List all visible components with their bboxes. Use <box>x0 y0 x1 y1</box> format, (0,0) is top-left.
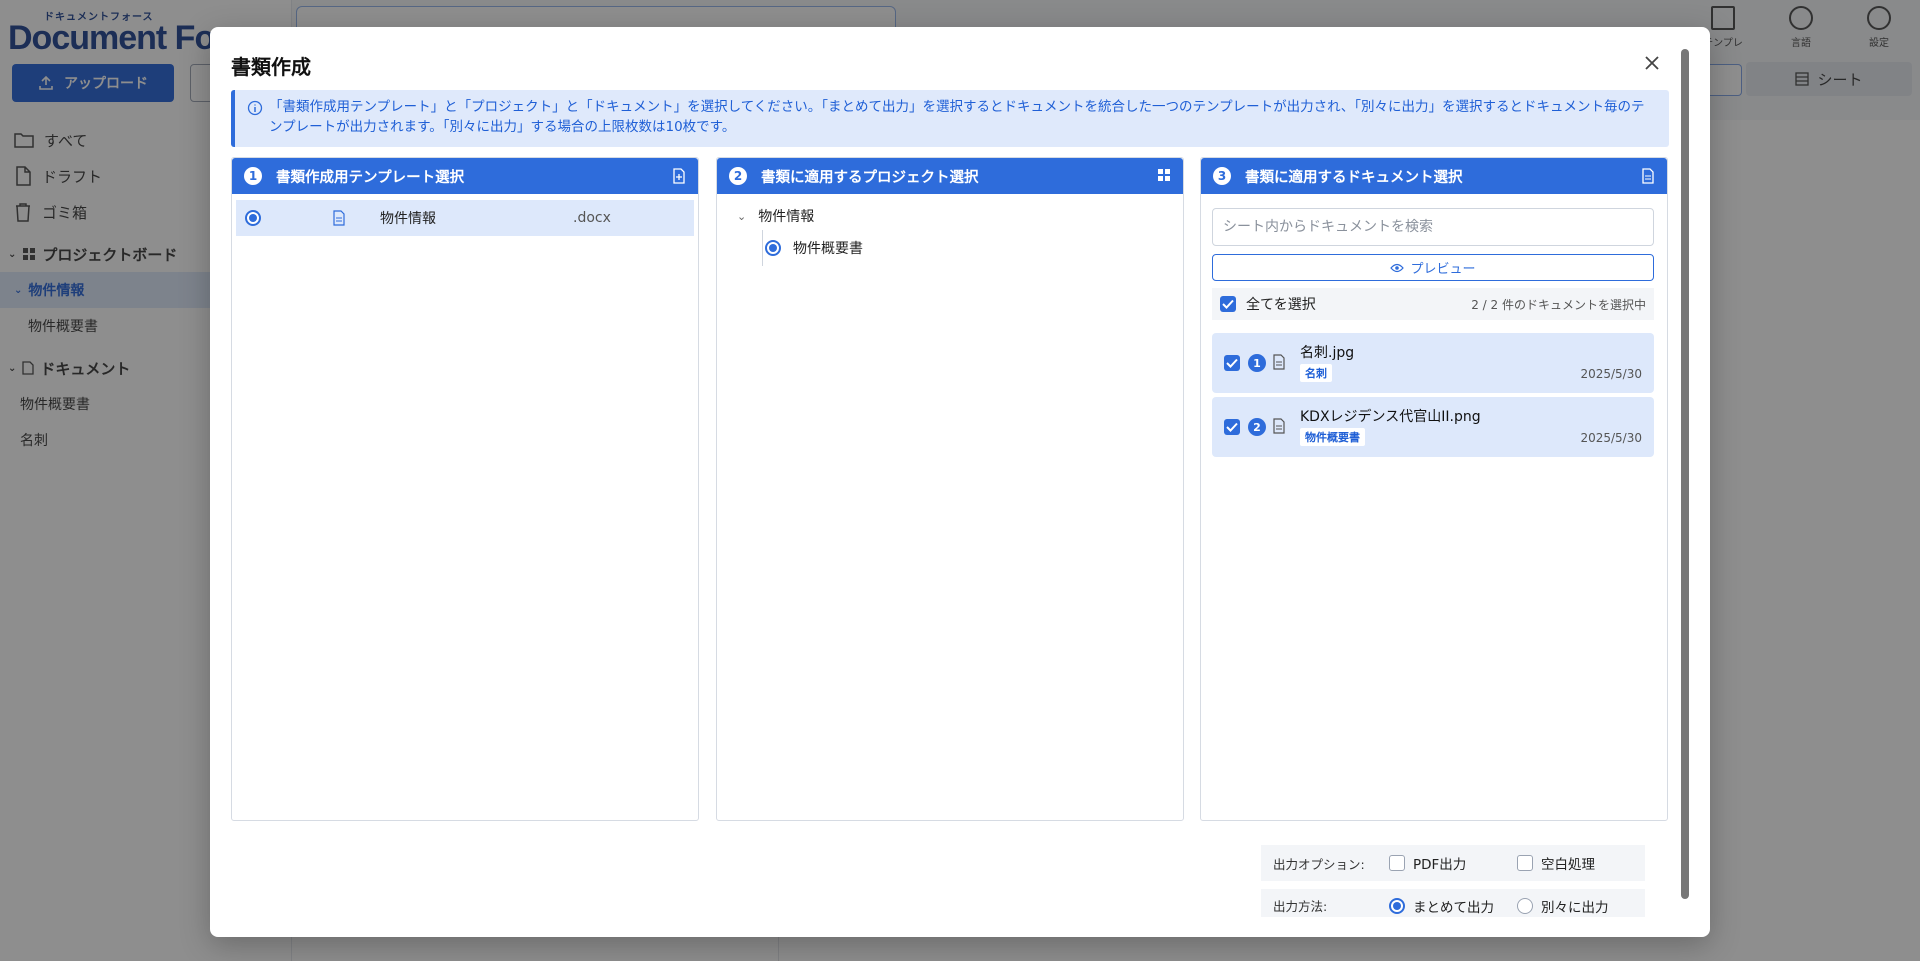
document-name: KDXレジデンス代官山II.png <box>1300 409 1481 425</box>
pdf-output-option[interactable]: PDF出力 <box>1389 853 1517 873</box>
output-option-label: 出力オプション: <box>1273 856 1365 872</box>
select-all-label[interactable]: 全てを選択 <box>1246 294 1316 314</box>
modal-title: 書類作成 <box>231 55 311 79</box>
info-icon <box>247 100 263 116</box>
info-text: 「書類作成用テンプレート」と「プロジェクト」と「ドキュメント」を選択してください… <box>269 99 1645 135</box>
blank-processing-option[interactable]: 空白処理 <box>1517 853 1645 873</box>
document-icon <box>1642 168 1654 184</box>
eye-icon <box>1390 263 1405 272</box>
panel-header: 1 書類作成用テンプレート選択 <box>232 158 698 194</box>
step-number: 1 <box>244 167 262 185</box>
separate-output-radio[interactable] <box>1517 898 1533 914</box>
create-document-modal: 書類作成 「書類作成用テンプレート」と「プロジェクト」と「ドキュメント」を選択し… <box>210 27 1710 937</box>
project-name: 物件情報 <box>758 209 815 225</box>
separate-output-label: 別々に出力 <box>1541 900 1609 916</box>
combined-output-option[interactable]: まとめて出力 <box>1389 896 1517 916</box>
template-radio[interactable] <box>245 210 261 226</box>
tree-connector <box>762 230 763 266</box>
panel-header: 3 書類に適用するドキュメント選択 <box>1201 158 1667 194</box>
template-row[interactable]: 物件情報 .docx <box>236 200 694 236</box>
template-ext: .docx <box>573 210 611 226</box>
output-options: 出力オプション: PDF出力 空白処理 出力方法: まとめて出力 別々に出力 <box>1261 845 1645 929</box>
step-number: 2 <box>729 167 747 185</box>
document-card[interactable]: 2 KDXレジデンス代官山II.png 物件概要書 2025/5/30 <box>1212 397 1654 457</box>
project-radio[interactable] <box>765 240 781 256</box>
grid-icon <box>1158 169 1170 181</box>
panel-title: 書類作成用テンプレート選択 <box>276 169 465 186</box>
document-search-input[interactable] <box>1212 208 1654 246</box>
output-method-label: 出力方法: <box>1273 899 1328 914</box>
check-icon <box>1222 299 1234 309</box>
combined-output-radio[interactable] <box>1389 898 1405 914</box>
project-child-name: 物件概要書 <box>793 241 863 257</box>
document-icon <box>1273 418 1285 434</box>
document-order-badge: 1 <box>1248 354 1266 372</box>
pdf-output-checkbox[interactable] <box>1389 855 1405 871</box>
document-checkbox[interactable] <box>1224 419 1240 435</box>
close-button[interactable] <box>1640 51 1664 75</box>
output-method-row: 出力方法: まとめて出力 別々に出力 <box>1261 889 1645 917</box>
document-icon <box>1273 354 1285 370</box>
template-panel: 1 書類作成用テンプレート選択 物件情報 .docx <box>231 157 699 821</box>
panel-title: 書類に適用するドキュメント選択 <box>1245 169 1463 186</box>
preview-button[interactable]: プレビュー <box>1212 254 1654 281</box>
blank-processing-label: 空白処理 <box>1541 857 1595 873</box>
pdf-output-label: PDF出力 <box>1413 857 1467 873</box>
document-icon <box>333 210 345 226</box>
close-icon <box>1645 56 1659 70</box>
document-checkbox[interactable] <box>1224 355 1240 371</box>
panel-header: 2 書類に適用するプロジェクト選択 <box>717 158 1183 194</box>
separate-output-option[interactable]: 別々に出力 <box>1517 896 1645 916</box>
document-date: 2025/5/30 <box>1580 431 1642 445</box>
template-name: 物件情報 <box>380 211 436 227</box>
chevron-down-icon: ⌄ <box>737 209 747 223</box>
blank-processing-checkbox[interactable] <box>1517 855 1533 871</box>
project-tree-parent[interactable]: ⌄ 物件情報 <box>737 206 814 226</box>
modal-scrollbar[interactable] <box>1681 49 1689 899</box>
document-order-badge: 2 <box>1248 418 1266 436</box>
preview-label: プレビュー <box>1410 262 1476 277</box>
document-panel: 3 書類に適用するドキュメント選択 プレビュー 全てを選択 2 / 2 件のドキ… <box>1200 157 1668 821</box>
selection-count: 2 / 2 件のドキュメントを選択中 <box>1471 297 1646 312</box>
combined-output-label: まとめて出力 <box>1413 900 1494 916</box>
check-icon <box>1226 422 1238 432</box>
document-tag: 名刺 <box>1300 364 1332 382</box>
document-name: 名刺.jpg <box>1300 345 1355 361</box>
output-option-row: 出力オプション: PDF出力 空白処理 <box>1261 845 1645 881</box>
select-all-checkbox[interactable] <box>1220 296 1236 312</box>
project-panel: 2 書類に適用するプロジェクト選択 ⌄ 物件情報 物件概要書 <box>716 157 1184 821</box>
document-date: 2025/5/30 <box>1580 367 1642 381</box>
select-all-row: 全てを選択 2 / 2 件のドキュメントを選択中 <box>1212 288 1654 320</box>
document-card[interactable]: 1 名刺.jpg 名刺 2025/5/30 <box>1212 333 1654 393</box>
project-tree-child[interactable]: 物件概要書 <box>765 238 863 258</box>
document-tag: 物件概要書 <box>1300 428 1365 446</box>
info-banner: 「書類作成用テンプレート」と「プロジェクト」と「ドキュメント」を選択してください… <box>231 90 1669 147</box>
step-number: 3 <box>1213 167 1231 185</box>
check-icon <box>1226 358 1238 368</box>
panel-title: 書類に適用するプロジェクト選択 <box>761 169 979 186</box>
file-plus-icon <box>673 168 685 184</box>
